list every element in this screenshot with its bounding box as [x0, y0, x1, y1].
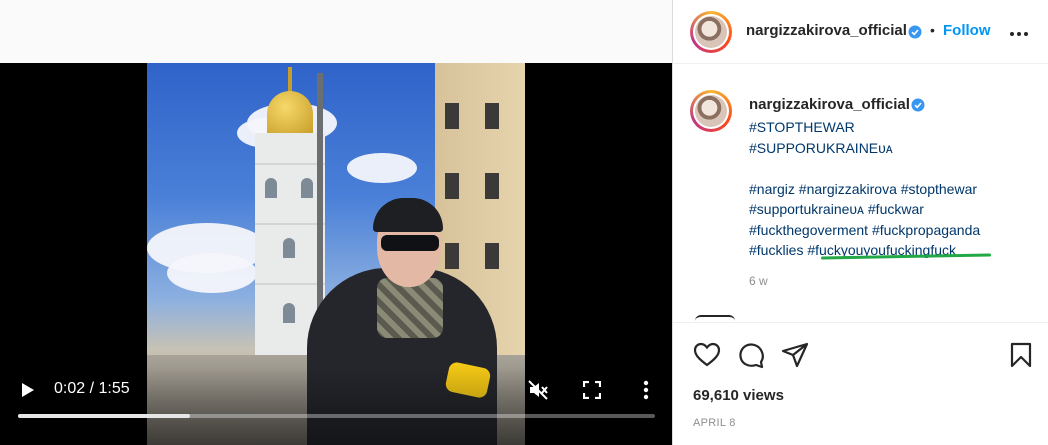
caption-text: #STOPTHEWAR #SUPPORUKRAINEᴜᴀ #nargiz #na… [749, 117, 1029, 261]
comment-avatar-partial [695, 315, 735, 321]
fullscreen-icon[interactable] [580, 378, 604, 402]
header-username[interactable]: nargizzakirova_official [746, 22, 907, 39]
play-icon[interactable] [16, 378, 40, 402]
video-controls: 0:02 / 1:55 [0, 366, 672, 445]
share-icon[interactable] [781, 341, 809, 369]
video-player[interactable]: 0:02 / 1:55 [0, 63, 672, 445]
more-vertical-icon[interactable] [636, 378, 656, 402]
video-progress-fill [18, 414, 190, 418]
hashtag-supportukraine[interactable]: #SUPPORUKRAINEᴜᴀ [749, 138, 1029, 159]
bookmark-icon[interactable] [1007, 341, 1035, 369]
post-header: nargizzakirova_official • Follow [673, 0, 1048, 64]
post-panel: nargizzakirova_official • Follow nargizz… [672, 0, 1048, 445]
follow-button[interactable]: Follow [943, 22, 991, 39]
video-progress-bar[interactable] [18, 414, 655, 418]
view-count[interactable]: 69,610 views [693, 387, 784, 404]
mute-icon[interactable] [526, 378, 550, 402]
hashtag-stopthewar[interactable]: #STOPTHEWAR [749, 117, 1029, 138]
post-age: 6 w [749, 274, 768, 288]
separator-dot: • [930, 22, 935, 38]
video-time: 0:02 / 1:55 [54, 380, 130, 397]
verified-badge-icon [908, 25, 922, 39]
caption-username[interactable]: nargizzakirova_official [749, 96, 910, 113]
avatar[interactable] [690, 11, 732, 53]
hashtag-fucklies[interactable]: #fucklies [749, 242, 803, 258]
caption-avatar[interactable] [690, 90, 732, 132]
verified-badge-icon [911, 98, 925, 112]
hashtag-line-1[interactable]: #nargiz #nargizzakirova #stopthewar [749, 179, 1029, 200]
more-horizontal-icon[interactable] [1007, 22, 1031, 42]
comment-icon[interactable] [737, 341, 765, 369]
post-date: APRIL 8 [693, 417, 736, 429]
heart-icon[interactable] [693, 341, 721, 369]
media-top-bar [0, 0, 672, 63]
hashtag-line-3[interactable]: #fuckthegoverment #fuckpropaganda [749, 220, 1029, 241]
hashtag-line-2[interactable]: #supportukraineᴜᴀ #fuckwar [749, 199, 1029, 220]
post-actions: 69,610 views APRIL 8 [673, 322, 1048, 442]
